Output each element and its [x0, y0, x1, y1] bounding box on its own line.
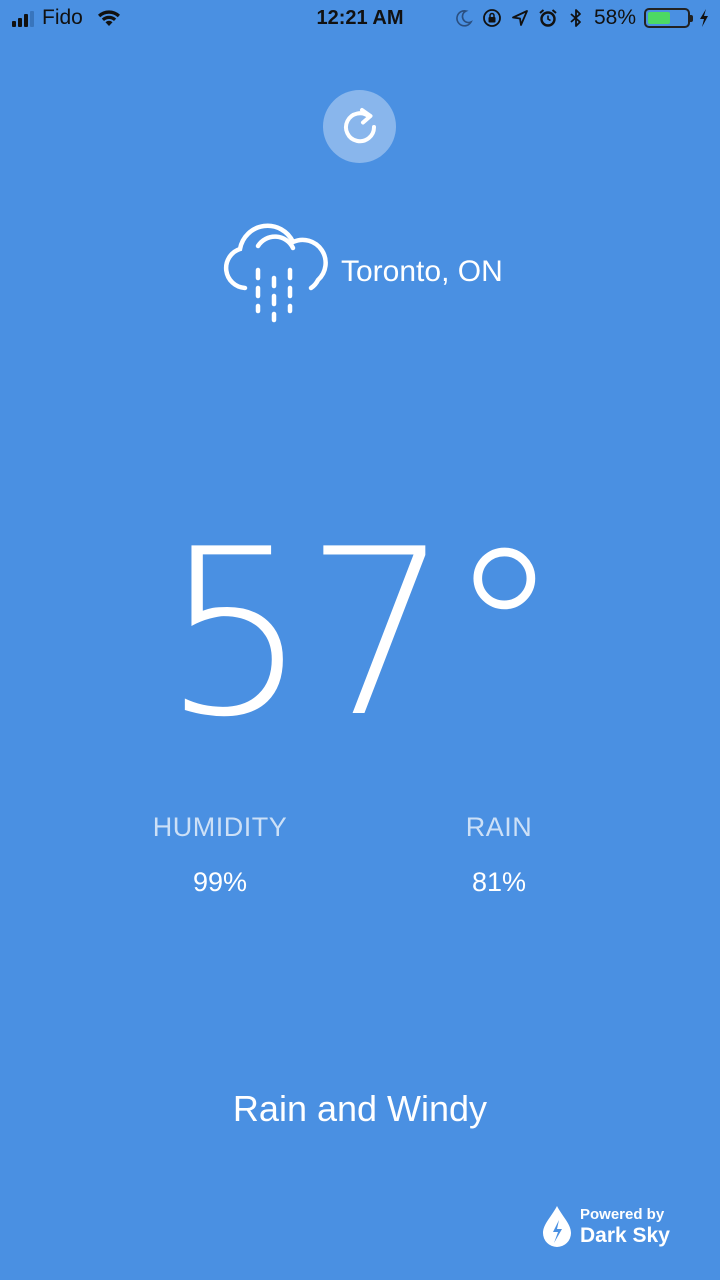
- dark-sky-logo-icon: [543, 1206, 571, 1247]
- moon-icon: [456, 10, 473, 27]
- refresh-icon: [343, 107, 376, 143]
- location-name: Toronto, ON: [341, 255, 503, 288]
- degree-symbol: °: [446, 501, 562, 768]
- location-icon: [512, 10, 528, 26]
- powered-by-dark-sky-link[interactable]: Powered by Dark Sky: [540, 1203, 670, 1249]
- humidity-value: 99%: [192, 867, 248, 897]
- battery-level: [648, 12, 671, 24]
- bluetooth-icon: [570, 9, 581, 27]
- status-bar: Fido 12:21 AM 58%: [0, 0, 720, 40]
- dark-sky-brand: Dark Sky: [580, 1223, 670, 1247]
- rain-label: RAIN: [465, 812, 533, 842]
- status-bar-right: 58%: [454, 6, 710, 30]
- powered-by-text: Powered by Dark Sky: [580, 1207, 670, 1246]
- rain-value: 81%: [471, 867, 527, 897]
- rain-stat: RAIN 81%: [399, 812, 599, 898]
- charging-icon: [700, 9, 708, 27]
- location-row: Toronto, ON: [220, 218, 540, 328]
- battery-percent: 58%: [593, 6, 636, 29]
- humidity-stat: HUMIDITY 99%: [120, 812, 320, 898]
- temperature-value: 57: [162, 501, 451, 768]
- temperature-display: 57°: [0, 520, 720, 750]
- orientation-lock-icon: [483, 9, 501, 27]
- powered-by-label: Powered by: [580, 1205, 665, 1223]
- refresh-button[interactable]: [323, 90, 396, 163]
- rain-cloud-icon: [223, 223, 328, 323]
- alarm-icon: [539, 9, 557, 27]
- battery-icon: [644, 8, 693, 28]
- weather-summary: Rain and Windy: [232, 1088, 488, 1129]
- humidity-label: HUMIDITY: [152, 812, 288, 842]
